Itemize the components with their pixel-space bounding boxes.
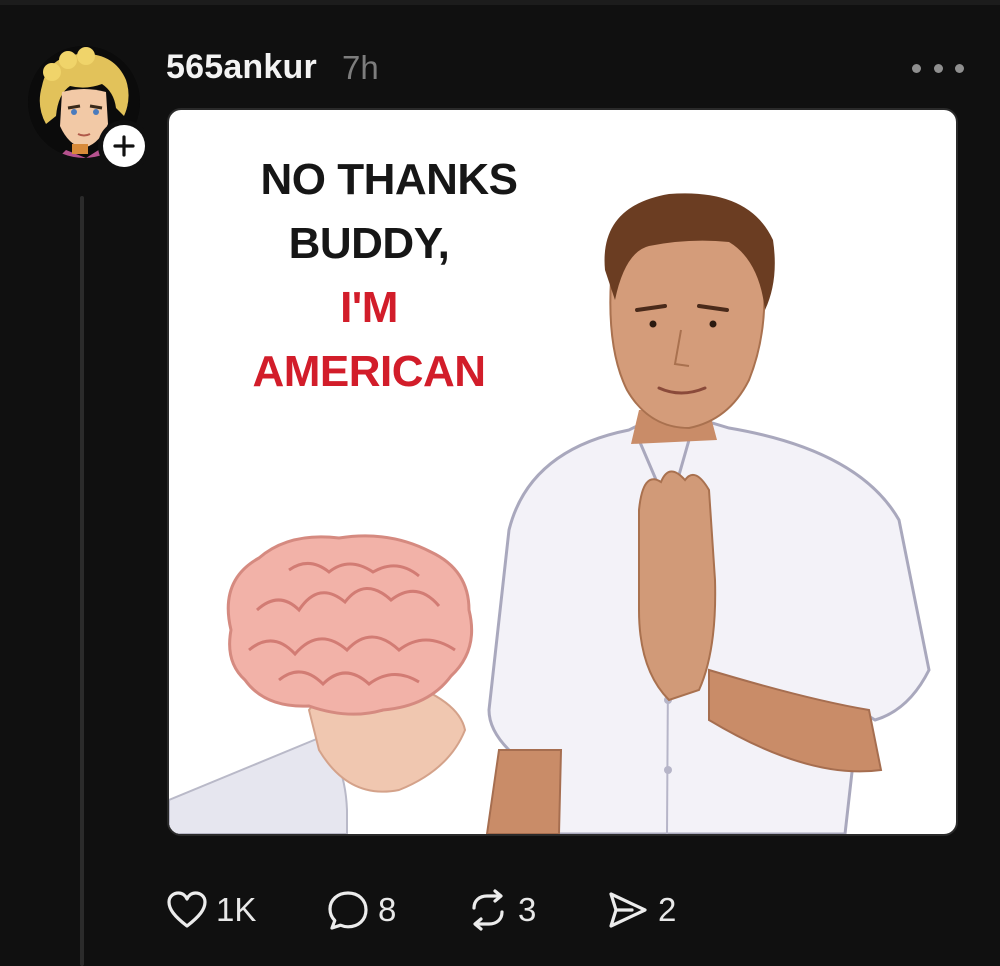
thread-line <box>80 196 84 966</box>
like-count: 1K <box>216 891 257 928</box>
heart-icon <box>166 890 208 930</box>
more-dot-icon <box>933 63 943 73</box>
share-button[interactable]: 2 <box>606 882 676 938</box>
like-button[interactable]: 1K <box>166 882 256 938</box>
top-divider <box>0 0 1000 5</box>
more-dot-icon <box>912 63 921 73</box>
send-icon <box>606 889 650 931</box>
more-options-button[interactable] <box>912 56 964 80</box>
comment-button[interactable]: 8 <box>326 882 396 938</box>
post-image[interactable]: NO THANKS BUDDY, I'M AMERICAN <box>167 108 958 836</box>
username[interactable]: 565ankur <box>166 48 317 87</box>
comment-icon <box>326 889 370 931</box>
repost-button[interactable]: 3 <box>466 882 536 938</box>
man-refusing-brain-illustration <box>169 193 931 834</box>
follow-button[interactable] <box>98 120 150 172</box>
more-dot-icon <box>955 63 964 73</box>
brain-icon <box>226 534 474 716</box>
share-count: 2 <box>658 891 677 928</box>
repost-icon <box>466 888 510 932</box>
comment-count: 8 <box>378 891 397 928</box>
repost-count: 3 <box>518 891 537 928</box>
plus-icon <box>113 135 135 157</box>
timestamp: 7h <box>342 49 379 86</box>
